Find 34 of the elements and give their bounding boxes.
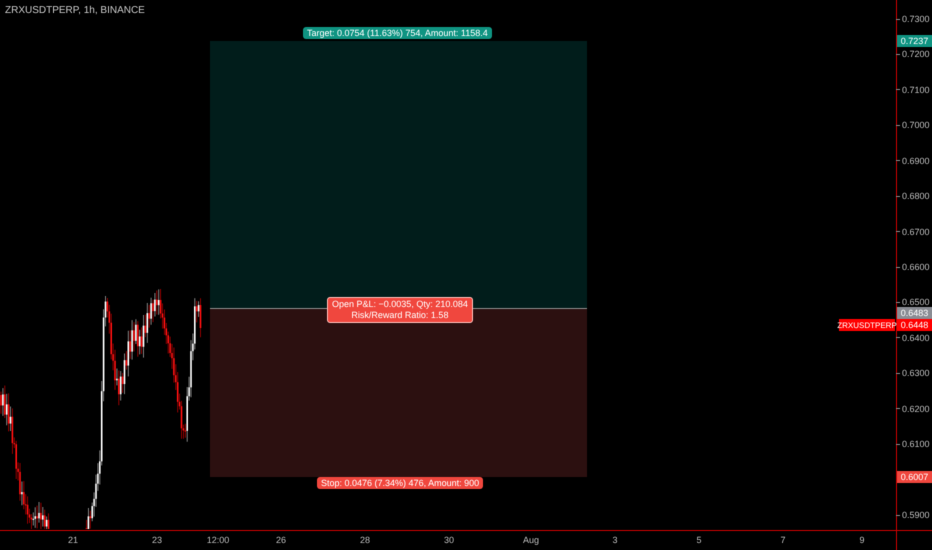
price-tick-label: 0.6100 — [902, 439, 930, 450]
price-tick-label: 0.6600 — [902, 262, 930, 272]
price-tick-label: 0.6900 — [902, 156, 930, 166]
time-tick-label: 21 — [68, 535, 78, 545]
time-tick-label: 26 — [276, 535, 286, 545]
price-marker: 0.6007 — [897, 471, 932, 483]
time-tick-label: 3 — [612, 535, 618, 545]
target-label: Target: 0.0754 (11.63%) 754, Amount: 1158.4 — [303, 27, 492, 39]
time-tick-label: Aug — [522, 535, 539, 545]
price-tick-label: 0.7100 — [902, 84, 930, 95]
time-tick-label: 12:00 — [206, 535, 230, 545]
time-tick-label: 23 — [152, 535, 162, 545]
chart-title: ZRXUSDTPERP, 1h, BINANCE — [5, 5, 145, 16]
time-tick-label: 9 — [859, 535, 864, 545]
price-tick-label: 0.6400 — [902, 332, 930, 343]
price-tick-label: 0.6800 — [902, 191, 930, 202]
stop-label: Stop: 0.0476 (7.34%) 476, Amount: 900 — [317, 477, 484, 489]
time-tick-label: 7 — [780, 535, 786, 545]
time-tick-label: 28 — [360, 535, 370, 545]
price-marker: 0.6448 — [897, 319, 932, 331]
price-tick-label: 0.7300 — [902, 14, 930, 24]
time-tick-label: 30 — [444, 535, 454, 545]
price-tick-label: 0.6500 — [902, 297, 930, 308]
price-tick-label: 0.7200 — [902, 49, 930, 60]
price-tick-label: 0.5900 — [902, 510, 930, 520]
price-tick-label: 0.7000 — [902, 120, 930, 130]
price-tick-label: 0.6300 — [902, 368, 930, 378]
price-tick-label: 0.6200 — [902, 404, 930, 414]
pnl-text: Risk/Reward Ratio: 1.58 — [351, 310, 448, 321]
price-tick-label: 0.6700 — [902, 226, 930, 237]
price-marker: 0.7237 — [897, 35, 932, 47]
time-tick-label: 5 — [696, 535, 702, 545]
price-marker: 0.6483 — [897, 307, 932, 319]
pnl-text: Open P&L: −0.0035, Qty: 210.084 — [332, 299, 468, 310]
